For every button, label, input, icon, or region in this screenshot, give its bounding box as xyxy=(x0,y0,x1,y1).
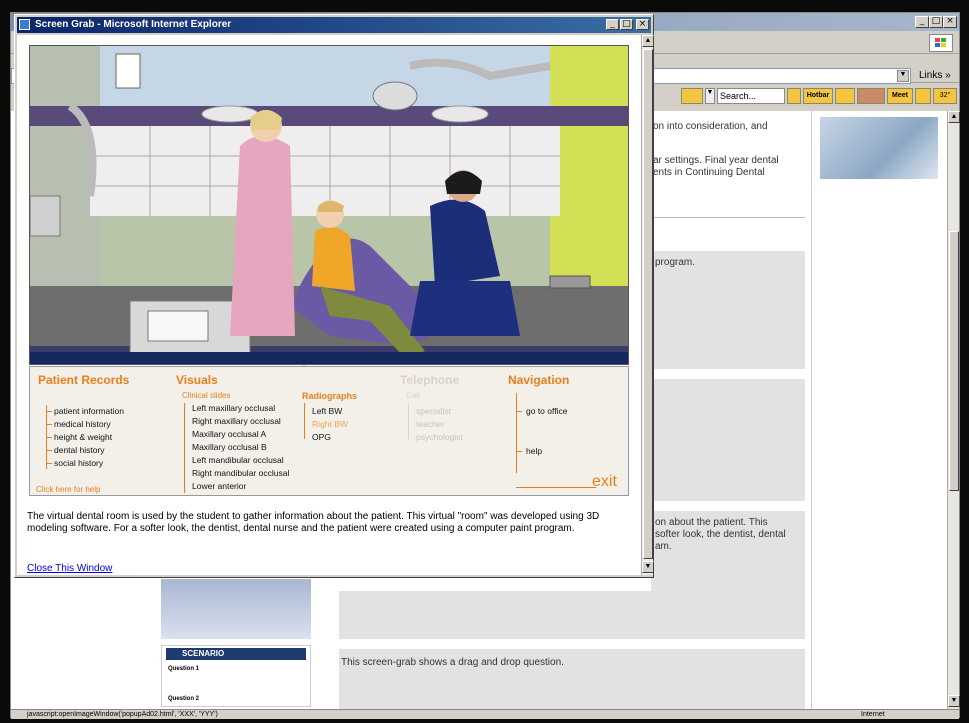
tick xyxy=(46,424,52,425)
popup-scroll-up-icon[interactable]: ▲ xyxy=(642,35,654,47)
right-maxillary-occlusal-link[interactable]: Right maxillary occlusal xyxy=(192,416,281,426)
radiographs-heading: Radiographs xyxy=(302,391,358,401)
telephone-heading: Telephone xyxy=(400,373,460,387)
clinical-slides-bracket xyxy=(184,403,185,493)
bg-maximize-button[interactable]: □ xyxy=(929,16,943,28)
right-mandibular-occlusal-link[interactable]: Right mandibular occlusal xyxy=(192,468,289,478)
clinical-slides-heading: Clinical slides xyxy=(182,391,231,400)
virtual-dental-room-image xyxy=(29,45,629,365)
bg-close-button[interactable]: × xyxy=(943,16,957,28)
bg-text-5: on about the patient. This xyxy=(655,517,768,528)
scenario-banner: SCENARIO xyxy=(166,648,306,660)
bg-scenario-thumb: SCENARIO Question 1 Question 2 xyxy=(161,645,311,707)
status-url: javascript:openImageWindow('popupAd02.ht… xyxy=(27,711,218,718)
toolbar-search-input[interactable]: Search... xyxy=(717,88,785,104)
status-zone: Internet xyxy=(861,711,885,718)
bg-text-3: ents in Continuing Dental xyxy=(653,167,765,178)
lower-anterior-link[interactable]: Lower anterior xyxy=(192,481,246,491)
tick xyxy=(46,450,52,451)
bg-scroll-down-icon[interactable]: ▼ xyxy=(948,695,960,707)
bg-divider xyxy=(651,217,805,218)
bg-text-8: This screen-grab shows a drag and drop q… xyxy=(341,657,564,668)
patient-records-heading: Patient Records xyxy=(38,373,130,387)
bg-minimize-button[interactable]: _ xyxy=(915,16,929,28)
left-maxillary-occlusal-link[interactable]: Left maxillary occlusal xyxy=(192,403,275,413)
scenario-question-1: Question 1 xyxy=(168,666,200,672)
popup-content: Patient Records patient information medi… xyxy=(17,35,641,575)
ie-icon xyxy=(19,19,30,30)
popup-scroll-thumb[interactable] xyxy=(643,49,653,559)
maxillary-occlusal-a-link[interactable]: Maxillary occlusal A xyxy=(192,429,266,439)
radiographs-bracket xyxy=(304,403,305,439)
temperature-badge[interactable]: 32° xyxy=(933,88,957,104)
right-bw-link[interactable]: Right BW xyxy=(312,419,348,429)
exit-underline xyxy=(516,487,596,488)
tick xyxy=(516,411,522,412)
popup-minimize-button[interactable]: _ xyxy=(606,19,619,30)
bg-text-1: on into consideration, and xyxy=(653,121,768,132)
bg-screenshot-thumb xyxy=(161,579,311,639)
telephone-bracket xyxy=(408,403,409,439)
scenario-question-2: Question 2 xyxy=(168,696,200,702)
popup-vertical-scrollbar[interactable]: ▲ ▼ xyxy=(641,35,654,575)
weather-icon[interactable] xyxy=(835,88,855,104)
bg-text-6: softer look, the dentist, dental xyxy=(655,529,786,540)
navigation-heading: Navigation xyxy=(508,373,570,387)
windows-logo-icon xyxy=(929,34,953,52)
bg-text-7: am. xyxy=(655,541,672,552)
left-bw-link[interactable]: Left BW xyxy=(312,406,342,416)
smiley-icon[interactable] xyxy=(915,88,931,104)
specialist-link[interactable]: specialist xyxy=(416,406,451,416)
popup-title-bar: Screen Grab - Microsoft Internet Explore… xyxy=(17,17,651,33)
medical-history-link[interactable]: medical history xyxy=(54,419,111,429)
close-window-link[interactable]: Close This Window xyxy=(27,563,112,574)
popup-close-button[interactable]: × xyxy=(636,19,649,30)
bg-text-2: ar settings. Final year dental xyxy=(653,155,779,166)
dental-history-link[interactable]: dental history xyxy=(54,445,105,455)
left-mandibular-occlusal-link[interactable]: Left mandibular occlusal xyxy=(192,455,284,465)
avatar-icon[interactable] xyxy=(857,88,885,104)
patient-information-link[interactable]: patient information xyxy=(54,406,124,416)
height-weight-link[interactable]: height & weight xyxy=(54,432,112,442)
go-to-office-link[interactable]: go to office xyxy=(526,406,567,416)
navigation-bracket xyxy=(516,393,517,473)
bg-vertical-scrollbar[interactable]: ▲ ▼ xyxy=(947,111,960,709)
call-heading: Call xyxy=(406,391,420,400)
search-go-icon[interactable] xyxy=(787,88,801,104)
address-dropdown-icon[interactable]: ▼ xyxy=(897,70,909,82)
bg-text-4: program. xyxy=(655,257,696,268)
mail-dropdown-icon[interactable]: ▼ xyxy=(705,88,715,104)
help-link[interactable]: help xyxy=(526,446,542,456)
teacher-link[interactable]: teacher xyxy=(416,419,444,429)
tick xyxy=(46,411,52,412)
maxillary-occlusal-b-link[interactable]: Maxillary occlusal B xyxy=(192,442,267,452)
tick xyxy=(516,451,522,452)
meet-button[interactable]: Meet xyxy=(887,88,913,104)
bg-right-column xyxy=(811,111,947,709)
social-history-link[interactable]: social history xyxy=(54,458,103,468)
bg-scroll-up-icon[interactable]: ▲ xyxy=(948,111,960,123)
popup-scroll-down-icon[interactable]: ▼ xyxy=(642,561,654,573)
hotbar-button[interactable]: Hotbar xyxy=(803,88,833,104)
bg-thumbnail-image xyxy=(820,117,938,179)
bg-gray-block xyxy=(651,379,805,501)
opg-link[interactable]: OPG xyxy=(312,432,331,442)
click-here-for-help-link[interactable]: Click here for help xyxy=(36,485,100,494)
tick xyxy=(46,463,52,464)
tick xyxy=(46,437,52,438)
bg-status-bar: javascript:openImageWindow('popupAd02.ht… xyxy=(11,709,959,719)
popup-maximize-button[interactable]: □ xyxy=(620,19,633,30)
navigation-menu-panel: Patient Records patient information medi… xyxy=(29,366,629,496)
popup-window: Screen Grab - Microsoft Internet Explore… xyxy=(14,14,654,578)
psychologist-link[interactable]: psychologist xyxy=(416,432,463,442)
links-button[interactable]: Links » xyxy=(919,70,951,81)
description-text: The virtual dental room is used by the s… xyxy=(27,511,600,534)
visuals-heading: Visuals xyxy=(176,373,218,387)
bg-gray-block xyxy=(339,591,805,639)
mail-icon[interactable] xyxy=(681,88,703,104)
exit-link[interactable]: exit xyxy=(592,473,617,491)
bg-scroll-thumb[interactable] xyxy=(949,231,959,491)
